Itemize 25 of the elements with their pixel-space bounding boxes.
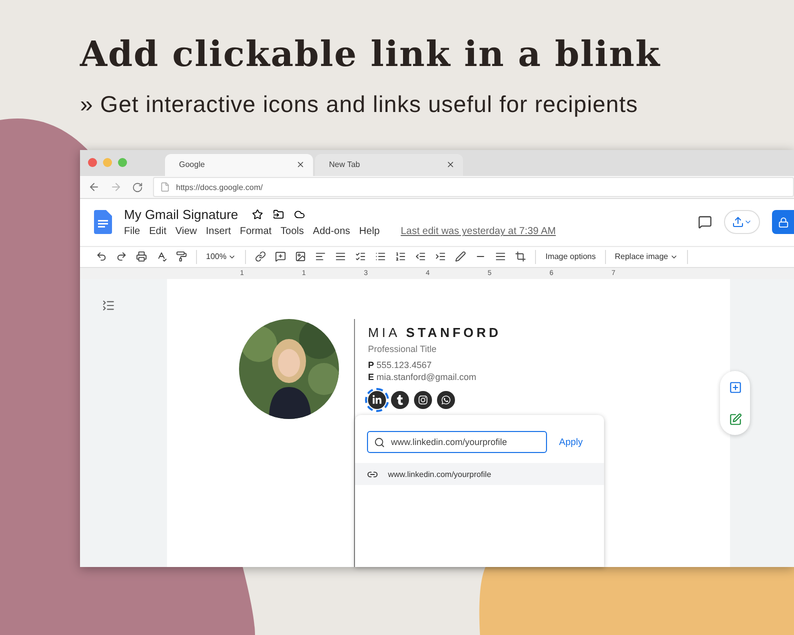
browser-tab[interactable]: Google	[165, 154, 313, 176]
job-title: Professional Title	[368, 344, 438, 354]
apply-button[interactable]: Apply	[555, 434, 587, 450]
address-bar[interactable]: https://docs.google.com/	[153, 177, 794, 198]
menu-item[interactable]: Format	[240, 226, 272, 238]
menu-item[interactable]: Help	[359, 226, 380, 238]
menu-item[interactable]: Add-ons	[312, 226, 350, 238]
contact-line: P 555.123.4567	[368, 360, 433, 370]
headline: Add clickable link in a blink	[80, 34, 662, 75]
menu-item[interactable]: Tools	[280, 226, 304, 238]
name: MIA STANFORD	[368, 325, 502, 340]
image-options-button[interactable]: Image options	[545, 252, 596, 262]
subtitle: » Get interactive icons and links useful for recipients	[80, 91, 640, 118]
menu-item[interactable]: File	[124, 226, 140, 238]
replace-image-button[interactable]: Replace image	[614, 252, 678, 262]
contact-line: E mia.stanford@gmail.com	[368, 372, 478, 382]
link-suggestion[interactable]: www.linkedin.com/yourprofile	[355, 463, 604, 485]
document-title[interactable]: My Gmail Signature	[124, 207, 238, 222]
last-edit-link[interactable]: Last edit was yesterday at 7:39 AM	[400, 226, 556, 238]
menu-item[interactable]: Insert	[206, 226, 231, 238]
browser-tab[interactable]: New Tab	[315, 154, 463, 176]
zoom-select[interactable]: 100%	[206, 252, 236, 262]
link-input-field[interactable]: www.linkedin.com/yourprofile	[367, 431, 547, 453]
menu-item[interactable]: Edit	[149, 226, 166, 238]
menu-item[interactable]: View	[175, 226, 197, 238]
